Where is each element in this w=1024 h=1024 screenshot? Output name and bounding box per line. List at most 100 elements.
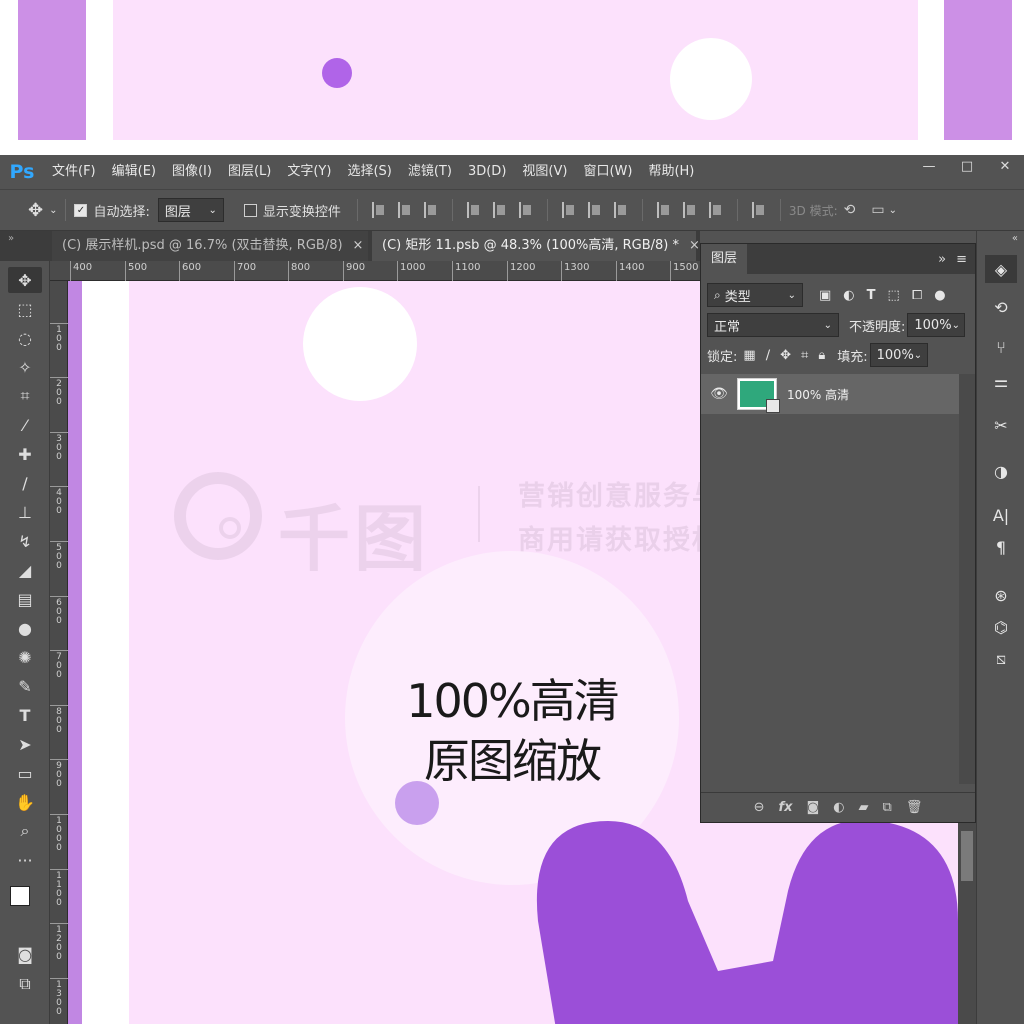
menu-edit[interactable]: 编辑(E) xyxy=(104,155,164,189)
auto-select-checkbox[interactable]: ✓ xyxy=(74,203,88,217)
lock-image-icon[interactable]: ∕ xyxy=(766,348,770,363)
distribute-vcenter-icon[interactable] xyxy=(587,202,602,218)
foreground-color-icon[interactable] xyxy=(10,886,30,906)
lock-artboard-icon[interactable]: ⌗ xyxy=(801,348,808,363)
filter-toggle-icon[interactable]: ● xyxy=(934,288,945,303)
tool-presets-icon[interactable]: ✂ xyxy=(985,411,1017,439)
align-right-icon[interactable] xyxy=(518,202,533,218)
layer-row[interactable]: 👁︎ 100% 高清 xyxy=(701,374,959,414)
canvas-scrollbar[interactable] xyxy=(958,823,976,1024)
opacity-input[interactable]: 100% ⌄ xyxy=(907,313,966,337)
move-tool-icon[interactable]: ✥ xyxy=(8,267,42,293)
menu-type[interactable]: 文字(Y) xyxy=(279,155,339,189)
move-tool-icon[interactable]: ✥ xyxy=(28,200,43,221)
color-swatches-icon[interactable] xyxy=(8,886,42,930)
scrollbar-thumb[interactable] xyxy=(961,831,973,881)
adjustment-icon[interactable]: ◐ xyxy=(833,800,844,815)
filter-shape-icon[interactable]: ⬚ xyxy=(888,288,900,303)
history-icon[interactable]: ⟲ xyxy=(985,293,1017,321)
more-tools-icon[interactable]: ··· xyxy=(8,847,42,873)
marquee-tool-icon[interactable]: ⬚ xyxy=(8,296,42,322)
history-brush-tool-icon[interactable]: ↯ xyxy=(8,528,42,554)
healing-brush-tool-icon[interactable]: ✚ xyxy=(8,441,42,467)
rectangle-tool-icon[interactable]: ▭ xyxy=(8,760,42,786)
tab-layers[interactable]: 图层 xyxy=(701,244,748,274)
character-icon[interactable]: A| xyxy=(985,501,1017,529)
layers-scrollbar[interactable] xyxy=(959,374,975,784)
path-select-tool-icon[interactable]: ➤ xyxy=(8,731,42,757)
new-layer-icon[interactable]: ⧉ xyxy=(883,800,892,815)
menu-file[interactable]: 文件(F) xyxy=(44,155,104,189)
filter-type-icon[interactable]: T xyxy=(867,288,876,303)
eye-icon[interactable]: 👁︎ xyxy=(709,384,729,404)
align-left-icon[interactable] xyxy=(466,202,481,218)
tab-mockup-psd[interactable]: (C) 展示样机.psd @ 16.7% (双击替换, RGB/8) × xyxy=(52,231,368,261)
screen-mode-icon[interactable]: ▭ xyxy=(871,202,884,218)
menu-view[interactable]: 视图(V) xyxy=(514,155,575,189)
lock-all-icon[interactable]: 🔒︎ xyxy=(818,348,825,363)
crop-tool-icon[interactable]: ⌗ xyxy=(8,383,42,409)
orbit-3d-icon[interactable]: ⟲ xyxy=(844,202,856,218)
gradient-tool-icon[interactable]: ▤ xyxy=(8,586,42,612)
show-transform-checkbox[interactable] xyxy=(243,203,257,217)
distribute-right-icon[interactable] xyxy=(708,202,723,218)
type-tool-icon[interactable]: T xyxy=(8,702,42,728)
paragraph-icon[interactable]: ¶ xyxy=(985,533,1017,561)
paths-icon[interactable]: ⌬ xyxy=(985,613,1017,641)
blur-tool-icon[interactable]: ● xyxy=(8,615,42,641)
mask-icon[interactable]: ◙ xyxy=(807,800,820,815)
brush-settings-icon[interactable]: ⑂ xyxy=(985,333,1017,361)
panel-menu-icon[interactable]: ≡ xyxy=(956,252,967,267)
align-hcenter-icon[interactable] xyxy=(492,202,507,218)
menu-help[interactable]: 帮助(H) xyxy=(640,155,702,189)
chevron-down-icon[interactable]: ⌄ xyxy=(49,205,57,216)
eyedropper-tool-icon[interactable]: ⁄ xyxy=(8,412,42,438)
distribute-left-icon[interactable] xyxy=(656,202,671,218)
fx-icon[interactable]: fx xyxy=(779,800,793,815)
link-icon[interactable]: ⊖ xyxy=(754,800,765,815)
close-tab-icon[interactable]: × xyxy=(689,238,700,253)
close-tab-icon[interactable]: × xyxy=(353,238,364,253)
menu-window[interactable]: 窗口(W) xyxy=(575,155,640,189)
fill-input[interactable]: 100% ⌄ xyxy=(869,343,928,367)
lasso-tool-icon[interactable]: ◌ xyxy=(8,325,42,351)
menu-layer[interactable]: 图层(L) xyxy=(220,155,279,189)
distribute-hcenter-icon[interactable] xyxy=(682,202,697,218)
folder-icon[interactable]: ▰ xyxy=(859,800,869,815)
distribute-top-icon[interactable] xyxy=(561,202,576,218)
layers-dock-icon[interactable]: ◈ xyxy=(985,255,1017,283)
align-bottom-icon[interactable] xyxy=(423,202,438,218)
hand-tool-icon[interactable]: ✋ xyxy=(8,789,42,815)
adjustments-icon[interactable]: ⚌ xyxy=(985,367,1017,395)
brush-tool-icon[interactable]: ∕ xyxy=(8,470,42,496)
filter-adjustment-icon[interactable]: ◐ xyxy=(843,288,854,303)
sponge-tool-icon[interactable]: ✺ xyxy=(8,644,42,670)
tab-rect-psb[interactable]: (C) 矩形 11.psb @ 48.3% (100%高清, RGB/8) * × xyxy=(372,231,700,261)
auto-align-icon[interactable] xyxy=(751,202,766,218)
filter-smart-object-icon[interactable]: ⧠ xyxy=(912,288,922,303)
menu-3d[interactable]: 3D(D) xyxy=(460,155,514,189)
filter-pixel-icon[interactable]: ▣ xyxy=(819,288,831,303)
minimize-button[interactable]: — xyxy=(910,155,948,177)
align-vcenter-icon[interactable] xyxy=(397,202,412,218)
layer-name[interactable]: 100% 高清 xyxy=(787,386,849,403)
magic-wand-tool-icon[interactable]: ✧ xyxy=(8,354,42,380)
quick-mask-icon[interactable]: ◙ xyxy=(8,941,42,967)
collapse-panel-icon[interactable]: » xyxy=(938,252,946,267)
collapse-dock-icon[interactable]: « xyxy=(1012,233,1018,244)
auto-select-dropdown[interactable]: 图层 ⌄ xyxy=(157,198,224,222)
pen-tool-icon[interactable]: ✎ xyxy=(8,673,42,699)
align-top-icon[interactable] xyxy=(371,202,386,218)
properties-icon[interactable]: ⧅ xyxy=(985,645,1017,673)
blend-mode-dropdown[interactable]: 正常 ⌄ xyxy=(707,313,839,337)
menu-filter[interactable]: 滤镜(T) xyxy=(400,155,460,189)
screen-mode-icon[interactable]: ⧉ xyxy=(8,971,42,997)
color-icon[interactable]: ◑ xyxy=(985,457,1017,485)
menu-select[interactable]: 选择(S) xyxy=(339,155,399,189)
trash-icon[interactable]: 🗑︎ xyxy=(906,800,923,815)
menu-image[interactable]: 图像(I) xyxy=(164,155,220,189)
close-button[interactable]: ✕ xyxy=(986,155,1024,177)
chevron-down-icon[interactable]: ⌄ xyxy=(889,205,897,216)
maximize-button[interactable]: □ xyxy=(948,155,986,177)
layer-filter-dropdown[interactable]: ⌕ 类型 ⌄ xyxy=(707,283,803,307)
